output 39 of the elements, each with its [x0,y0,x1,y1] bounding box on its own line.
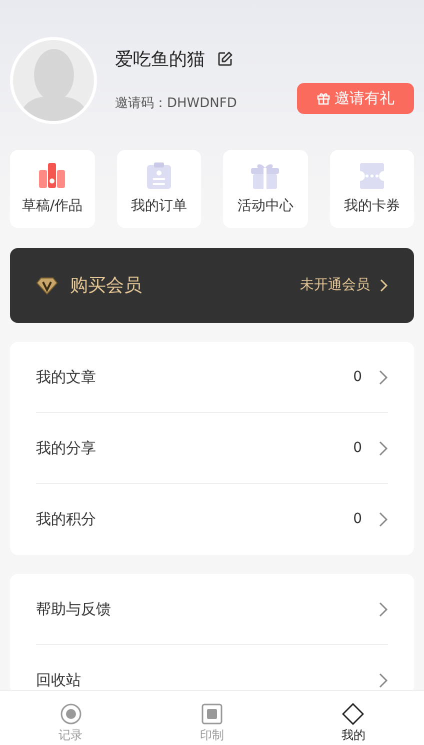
menu-label: 帮助与反馈 [36,598,111,620]
menu-label: 我的积分 [36,509,96,530]
shortcut-card[interactable]: 我的订单 [116,150,201,228]
record-icon [60,703,82,725]
chevron-right-icon [380,279,388,292]
menu-row[interactable]: 我的文章 0 [36,342,388,413]
gift-icon [316,92,330,105]
menu-row[interactable]: 我的积分 0 [36,484,388,555]
shortcut-card[interactable]: 草稿/作品 [10,150,94,228]
menu-row[interactable]: 帮助与反馈 [36,574,388,645]
tab[interactable]: 我的 [282,691,424,745]
menu-row[interactable]: 我的分享 0 [36,413,388,484]
bar-chart-icon [37,162,68,190]
menu-row[interactable]: 回收站 [36,645,388,694]
count: 0 [353,438,362,458]
membership-status: 未开通会员 [300,276,370,295]
chevron-right-icon [379,370,388,384]
ticket-icon [358,162,385,190]
chevron-right-icon [379,440,388,456]
menu-label: 我的文章 [36,366,96,388]
shortcut-card[interactable]: 我的卡券 [330,150,414,228]
chevron-right-icon [379,602,388,616]
chevron-right-icon [379,512,388,527]
square-icon [200,703,223,725]
shortcut-card[interactable]: 活动中心 [223,150,308,228]
diamond-icon [342,703,364,725]
membership-title: 购买会员 [70,274,142,298]
menu-label: 回收站 [36,670,81,692]
gift-box-icon [250,162,280,190]
count: 0 [353,368,362,386]
clipboard-icon [146,162,172,190]
diamond-v-icon [36,276,58,294]
user-name: 爱吃鱼的猫 [115,48,205,72]
edit-icon[interactable] [217,51,233,67]
chevron-right-icon [379,673,388,688]
count: 0 [353,510,362,529]
invite-code: 邀请码：DHWDNFD [115,94,237,113]
membership-banner[interactable]: 购买会员 未开通会员 [10,248,414,323]
menu-label: 我的分享 [36,438,96,459]
